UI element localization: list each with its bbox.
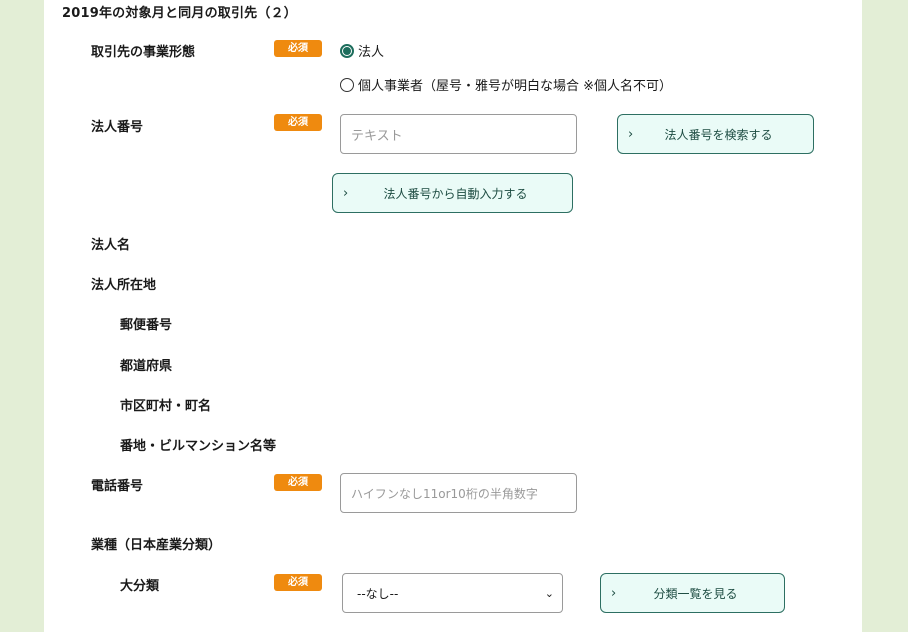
chevron-right-icon: › xyxy=(628,126,634,142)
search-corporate-number-button[interactable]: › 法人番号を検索する xyxy=(617,114,814,154)
corporate-number-input[interactable]: テキスト xyxy=(340,114,577,154)
phone-input[interactable]: ハイフンなし11or10桁の半角数字 xyxy=(340,473,577,513)
search-corporate-number-label: 法人番号を検索する xyxy=(664,127,773,142)
required-badge: 必須 xyxy=(274,40,322,57)
radio-label-corporation: 法人 xyxy=(358,45,385,60)
radio-button-corporation[interactable] xyxy=(340,43,354,58)
city-label: 市区町村・町名 xyxy=(120,399,212,414)
corporate-address-label: 法人所在地 xyxy=(91,278,157,293)
industry-select-value: --なし-- xyxy=(357,586,399,601)
autofill-button-label: 法人番号から自動入力する xyxy=(383,186,528,201)
postal-code-label: 郵便番号 xyxy=(120,318,173,333)
business-type-label: 取引先の事業形態 xyxy=(91,45,196,60)
prefecture-label: 都道府県 xyxy=(120,359,173,374)
required-badge: 必須 xyxy=(274,474,322,491)
industry-major-label: 大分類 xyxy=(120,579,160,594)
view-classification-list-label: 分類一覧を見る xyxy=(653,586,738,601)
street-address-label: 番地・ビルマンション名等 xyxy=(120,439,277,454)
industry-label: 業種（日本産業分類） xyxy=(91,538,222,553)
section-title: 2019年の対象月と同月の取引先（２） xyxy=(62,6,297,21)
view-classification-list-button[interactable]: › 分類一覧を見る xyxy=(600,573,785,613)
autofill-from-corporate-number-button[interactable]: › 法人番号から自動入力する xyxy=(332,173,573,213)
required-badge: 必須 xyxy=(274,574,322,591)
chevron-down-icon: ⌄ xyxy=(544,586,554,600)
required-badge: 必須 xyxy=(274,114,322,131)
industry-major-select[interactable]: --なし-- ⌄ xyxy=(342,573,563,613)
corporate-number-label: 法人番号 xyxy=(91,120,144,135)
radio-option-corporation[interactable]: 法人 xyxy=(340,41,384,60)
phone-label: 電話番号 xyxy=(91,479,144,494)
chevron-right-icon: › xyxy=(343,185,349,201)
radio-label-sole-proprietor: 個人事業者（屋号・雅号が明白な場合 ※個人名不可） xyxy=(358,79,673,94)
radio-option-sole-proprietor[interactable]: 個人事業者（屋号・雅号が明白な場合 ※個人名不可） xyxy=(340,75,672,94)
corporate-name-label: 法人名 xyxy=(91,238,131,253)
radio-button-sole-proprietor[interactable] xyxy=(340,77,354,92)
chevron-right-icon: › xyxy=(611,585,617,601)
